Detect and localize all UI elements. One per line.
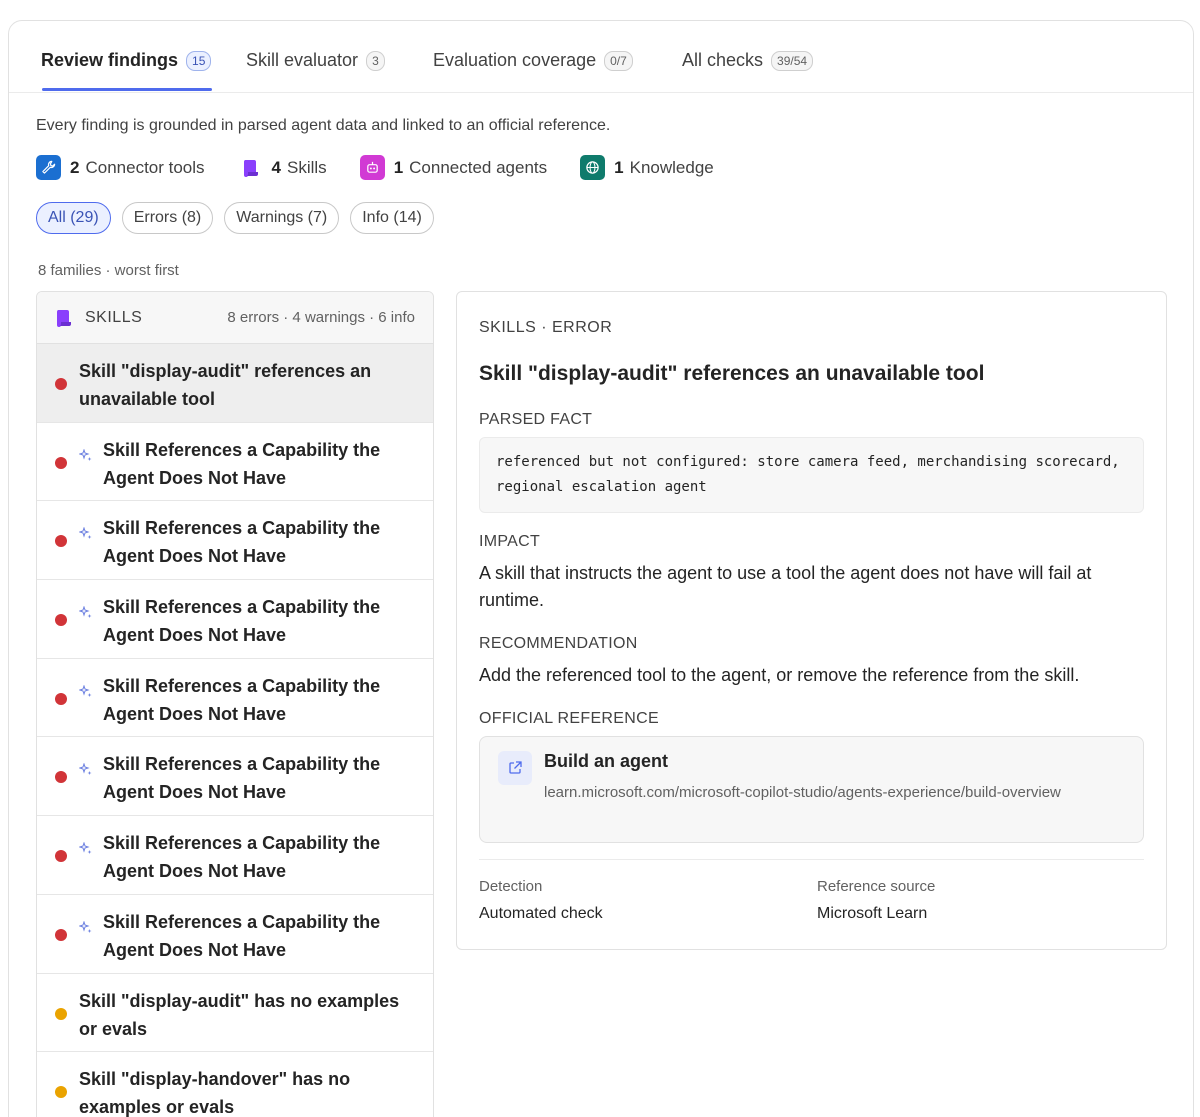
filter-errors[interactable]: Errors (8) — [121, 202, 214, 234]
stat-connector-tools: 2 Connector tools — [36, 155, 205, 180]
tab-count-badge: 39/54 — [771, 50, 814, 71]
detail-kicker: SKILLS · ERROR — [479, 319, 613, 336]
official-reference-label: OFFICIAL REFERENCE — [479, 710, 659, 727]
reference-source-label: Reference source — [817, 878, 936, 895]
sparkle-icon — [79, 920, 92, 933]
recommendation-text: Add the referenced tool to the agent, or… — [479, 665, 1080, 685]
finding-detail-panel: SKILLS · ERROR Skill "display-audit" ref… — [456, 291, 1167, 950]
sparkle-icon — [79, 763, 92, 776]
finding-title: Skill References a Capability the Agent … — [103, 675, 381, 724]
sparkle-icon — [79, 684, 92, 697]
severity-filters: All (29) Errors (8) Warnings (7) Info (1… — [36, 202, 445, 234]
parsed-fact-code: referenced but not configured: store cam… — [479, 437, 1144, 513]
stat-label: Skills — [287, 157, 327, 177]
error-severity-dot — [55, 928, 67, 941]
filter-all[interactable]: All (29) — [36, 202, 111, 234]
family-header-skills[interactable]: SKILLS 8 errors · 4 warnings · 6 info — [37, 292, 433, 344]
parsed-fact-label: PARSED FACT — [479, 411, 593, 428]
finding-title: Skill "display-audit" references an unav… — [79, 361, 372, 409]
error-severity-dot — [55, 771, 67, 784]
impact-label: IMPACT — [479, 533, 541, 550]
family-summary: 8 errors · 4 warnings · 6 info — [227, 309, 415, 326]
tab-label: Skill evaluator — [246, 50, 359, 70]
error-severity-dot — [55, 456, 67, 469]
globe-icon — [580, 155, 606, 180]
family-title: SKILLS — [85, 308, 143, 326]
finding-title: Skill "display-audit" has no examples or… — [79, 990, 400, 1039]
tab-bar: Review findings 15 Skill evaluator 3 Eva… — [9, 21, 1193, 93]
stat-connected-agents: 1 Connected agents — [359, 155, 548, 180]
reference-source-value: Microsoft Learn — [817, 905, 928, 922]
finding-list-item[interactable]: Skill References a Capability the Agent … — [37, 659, 433, 738]
filter-info[interactable]: Info (14) — [350, 202, 434, 234]
findings-list-panel: SKILLS 8 errors · 4 warnings · 6 info Sk… — [36, 291, 434, 1117]
finding-list-item[interactable]: Skill References a Capability the Agent … — [37, 423, 433, 502]
finding-title: Skill References a Capability the Agent … — [103, 518, 381, 567]
error-severity-dot — [55, 535, 67, 548]
stat-skills: 4 Skills — [238, 155, 327, 180]
active-tab-indicator — [42, 88, 212, 91]
external-link-icon — [498, 751, 532, 785]
finding-list-item[interactable]: Skill References a Capability the Agent … — [37, 580, 433, 659]
warning-severity-dot — [55, 1007, 67, 1020]
stat-label: Connected agents — [409, 157, 548, 177]
wrench-icon — [36, 155, 61, 180]
finding-title: Skill References a Capability the Agent … — [103, 597, 381, 646]
tab-label: All checks — [682, 50, 764, 70]
finding-title: Skill References a Capability the Agent … — [103, 754, 381, 803]
scroll-icon — [53, 308, 73, 328]
stat-count: 2 — [70, 157, 80, 177]
intro-text: Every finding is grounded in parsed agen… — [36, 117, 611, 134]
error-severity-dot — [55, 378, 67, 390]
finding-title: Skill References a Capability the Agent … — [103, 439, 381, 488]
sparkle-icon — [79, 527, 92, 540]
tab-all-checks[interactable]: All checks 39/54 — [682, 50, 814, 71]
reference-link-card[interactable]: Build an agent learn.microsoft.com/micro… — [479, 736, 1144, 843]
error-severity-dot — [55, 614, 67, 627]
tab-review-findings[interactable]: Review findings 15 — [41, 50, 212, 71]
stat-count: 1 — [393, 157, 404, 177]
impact-text: A skill that instructs the agent to use … — [479, 563, 1092, 610]
sparkle-icon — [79, 448, 92, 461]
findings-card: Review findings 15 Skill evaluator 3 Eva… — [8, 20, 1194, 1117]
tab-evaluation-coverage[interactable]: Evaluation coverage 0/7 — [433, 50, 633, 71]
finding-list-item[interactable]: Skill References a Capability the Agent … — [37, 816, 433, 895]
finding-list-item[interactable]: Skill References a Capability the Agent … — [37, 895, 433, 974]
stat-count: 4 — [271, 157, 282, 177]
detail-title: Skill "display-audit" references an unav… — [479, 362, 985, 385]
finding-title: Skill References a Capability the Agent … — [103, 833, 381, 882]
filter-warnings[interactable]: Warnings (7) — [224, 202, 340, 234]
robot-icon — [359, 155, 385, 180]
warning-severity-dot — [55, 1086, 67, 1099]
findings-list: Skill "display-audit" references an unav… — [37, 344, 433, 1117]
finding-list-item[interactable]: Skill "display-handover" has no examples… — [37, 1052, 433, 1117]
tab-label: Evaluation coverage — [433, 50, 597, 70]
finding-list-item[interactable]: Skill References a Capability the Agent … — [37, 501, 433, 581]
finding-list-item[interactable]: Skill "display-audit" references an unav… — [37, 344, 433, 423]
inventory-stats: 2 Connector tools 4 Skills 1 Connected a… — [36, 155, 747, 180]
tab-skill-evaluator[interactable]: Skill evaluator 3 — [246, 50, 385, 71]
stat-knowledge: 1 Knowledge — [580, 155, 714, 180]
finding-list-item[interactable]: Skill "display-audit" has no examples or… — [37, 974, 433, 1053]
finding-title: Skill References a Capability the Agent … — [103, 911, 381, 960]
reference-title: Build an agent — [544, 751, 669, 771]
reference-url: learn.microsoft.com/microsoft-copilot-st… — [544, 784, 1061, 801]
error-severity-dot — [55, 850, 67, 863]
error-severity-dot — [55, 692, 67, 705]
tab-label: Review findings — [41, 50, 179, 70]
finding-title: Skill "display-handover" has no examples… — [79, 1069, 351, 1117]
tab-count-badge: 0/7 — [604, 50, 633, 71]
scroll-icon — [238, 155, 263, 180]
stat-label: Connector tools — [85, 157, 205, 177]
sparkle-icon — [79, 606, 92, 619]
stat-label: Knowledge — [629, 157, 714, 177]
tab-count-badge: 3 — [366, 50, 385, 71]
finding-list-item[interactable]: Skill References a Capability the Agent … — [37, 737, 433, 817]
tab-count-badge: 15 — [186, 50, 212, 71]
detail-divider — [479, 859, 1144, 860]
families-note: 8 families · worst first — [38, 262, 179, 279]
stat-count: 1 — [614, 157, 624, 177]
sparkle-icon — [79, 842, 92, 855]
recommendation-label: RECOMMENDATION — [479, 635, 638, 652]
